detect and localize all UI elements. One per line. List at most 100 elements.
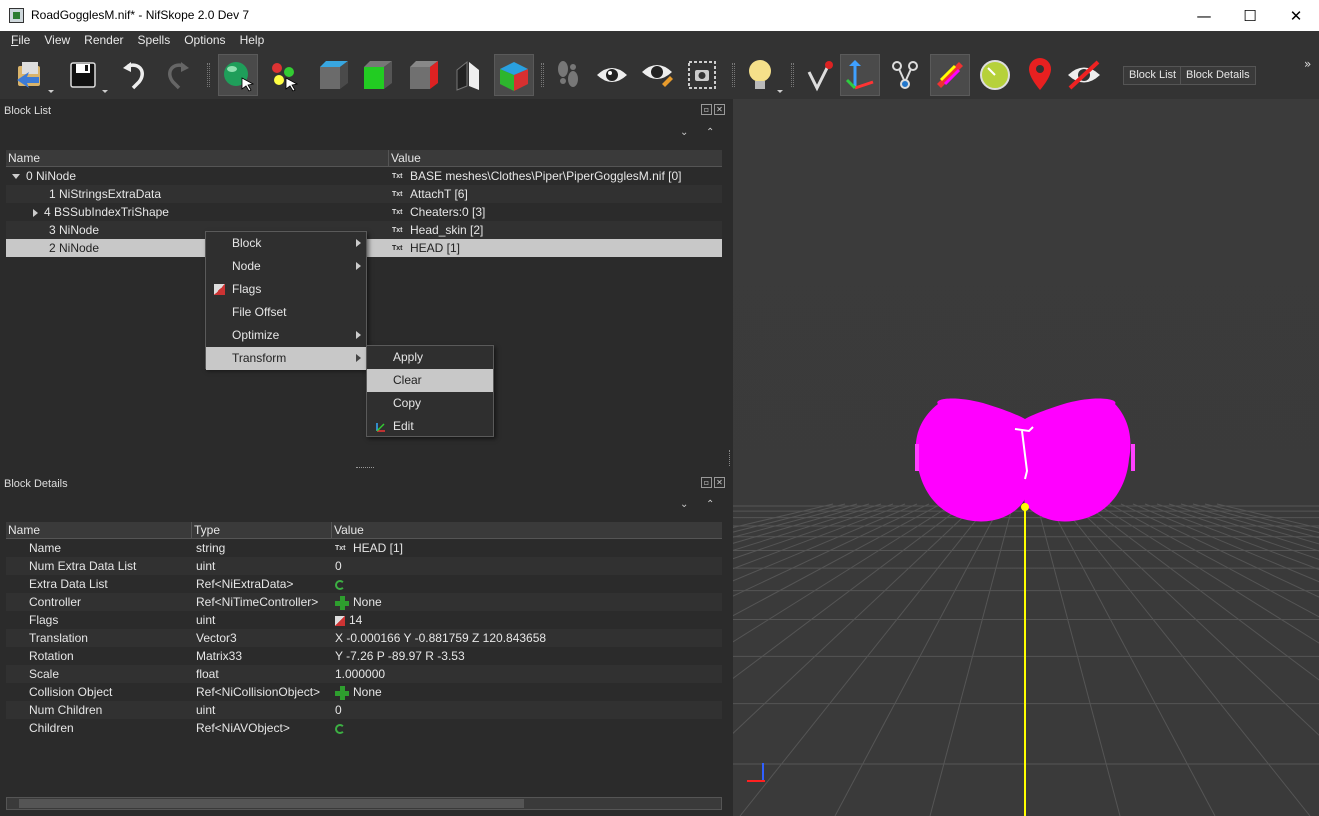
field-type: Vector3 <box>196 631 237 645</box>
field-name: Controller <box>29 595 82 609</box>
field-value[interactable]: Y -7.26 P -89.97 R -3.53 <box>332 647 722 665</box>
block-details-toggle[interactable]: Block Details <box>1180 66 1256 85</box>
field-value[interactable]: HEAD [1] <box>353 541 403 555</box>
viewport-canvas[interactable] <box>733 99 1319 816</box>
flag-icon[interactable] <box>335 615 345 626</box>
undo-icon[interactable] <box>114 54 154 96</box>
menu-item-block[interactable]: Block <box>206 232 366 255</box>
redo-icon[interactable] <box>158 54 198 96</box>
show-markers-icon[interactable] <box>1020 54 1060 96</box>
light-dropdown-icon[interactable] <box>777 90 783 93</box>
detail-row[interactable]: Scale float 1.000000 <box>6 665 722 683</box>
menu-view[interactable]: View <box>37 31 77 51</box>
select-mode-icon[interactable] <box>218 54 258 96</box>
menu-item-file-offset[interactable]: File Offset <box>206 301 366 324</box>
toolbar-overflow-icon[interactable]: » <box>1304 57 1311 71</box>
close-button[interactable]: ✕ <box>1273 0 1319 31</box>
expand-all-icon[interactable]: ⌄ <box>680 499 688 510</box>
collapse-all-icon[interactable]: ⌃ <box>706 127 714 138</box>
maximize-button[interactable]: ☐ <box>1227 0 1273 31</box>
show-constraints-icon[interactable] <box>975 54 1015 96</box>
eye-icon[interactable] <box>592 54 632 96</box>
axes-check-icon[interactable] <box>799 54 839 96</box>
menu-help[interactable]: Help <box>233 31 272 51</box>
screenshot-icon[interactable] <box>682 54 722 96</box>
detail-row[interactable]: Flags uint 14 <box>6 611 722 629</box>
detail-row[interactable]: Controller Ref<NiTimeController> None <box>6 593 722 611</box>
solid-cube-green-icon[interactable] <box>358 54 398 96</box>
field-value[interactable]: 1.000000 <box>332 665 722 683</box>
field-value[interactable]: 0 <box>332 701 722 719</box>
menu-item-edit[interactable]: Edit <box>367 415 493 438</box>
block-list-toggle[interactable]: Block List <box>1123 66 1183 85</box>
menu-item-clear[interactable]: Clear <box>367 369 493 392</box>
refresh-ref-icon[interactable] <box>335 723 345 734</box>
panel-splitter-handle[interactable] <box>356 467 374 470</box>
footprints-icon[interactable] <box>548 54 588 96</box>
select-vertex-icon[interactable] <box>264 54 304 96</box>
tree-row[interactable]: 4 BSSubIndexTriShape Txt Cheaters:0 [3] <box>6 203 722 221</box>
detail-row[interactable]: Rotation Matrix33 Y -7.26 P -89.97 R -3.… <box>6 647 722 665</box>
wireframe-icon[interactable] <box>448 54 488 96</box>
collapse-all-icon[interactable]: ⌃ <box>706 499 714 510</box>
detail-row[interactable]: Extra Data List Ref<NiExtraData> <box>6 575 722 593</box>
show-collision-icon[interactable] <box>930 54 970 96</box>
menu-item-flags[interactable]: Flags <box>206 278 366 301</box>
collapsed-arrow-icon[interactable] <box>33 208 38 217</box>
menu-item-transform[interactable]: Transform <box>206 347 366 370</box>
menu-options[interactable]: Options <box>177 31 232 51</box>
left-dock-area: Block List ▫ ✕ ⌄ ⌃ Name Value 0 NiNode Tx… <box>0 99 731 816</box>
field-value[interactable]: 0 <box>332 557 722 575</box>
show-nodes-icon[interactable] <box>885 54 925 96</box>
minimize-button[interactable]: — <box>1181 0 1227 31</box>
menu-item-copy[interactable]: Copy <box>367 392 493 415</box>
field-value[interactable]: X -0.000166 Y -0.881759 Z 120.843658 <box>332 629 722 647</box>
show-axes-icon[interactable] <box>840 54 880 96</box>
menu-item-optimize[interactable]: Optimize <box>206 324 366 347</box>
close-dock-icon[interactable]: ✕ <box>714 477 725 488</box>
column-type[interactable]: Type <box>192 522 332 538</box>
solid-cube-red-icon[interactable] <box>404 54 444 96</box>
column-value[interactable]: Value <box>389 150 722 166</box>
tree-row[interactable]: 0 NiNode Txt BASE meshes\Clothes\Piper\Pi… <box>6 167 722 185</box>
load-dropdown-icon[interactable] <box>48 90 54 93</box>
refresh-ref-icon[interactable] <box>335 579 345 590</box>
detail-row[interactable]: Name string Txt HEAD [1] <box>6 539 722 557</box>
float-icon[interactable]: ▫ <box>701 477 712 488</box>
horizontal-scrollbar[interactable] <box>6 797 722 810</box>
menu-spells[interactable]: Spells <box>131 31 178 51</box>
textured-cube-icon[interactable] <box>494 54 534 96</box>
column-name[interactable]: Name <box>6 150 389 166</box>
detail-row[interactable]: Children Ref<NiAVObject> <box>6 719 722 737</box>
float-icon[interactable]: ▫ <box>701 104 712 115</box>
eye-edit-icon[interactable] <box>637 54 677 96</box>
add-collision-icon[interactable] <box>335 685 349 700</box>
dock-splitter-handle[interactable] <box>729 450 732 466</box>
column-name[interactable]: Name <box>6 522 192 538</box>
tree-row[interactable]: 1 NiStringsExtraData Txt AttachT [6] <box>6 185 722 203</box>
menu-item-apply[interactable]: Apply <box>367 346 493 369</box>
solid-cube-grey-icon[interactable] <box>314 54 354 96</box>
load-icon[interactable] <box>10 54 50 96</box>
detail-row[interactable]: Translation Vector3 X -0.000166 Y -0.881… <box>6 629 722 647</box>
save-dropdown-icon[interactable] <box>102 90 108 93</box>
detail-row[interactable]: Collision Object Ref<NiCollisionObject> … <box>6 683 722 701</box>
field-type: float <box>196 667 219 681</box>
add-controller-icon[interactable] <box>335 595 349 610</box>
menu-render[interactable]: Render <box>77 31 130 51</box>
detail-row[interactable]: Num Extra Data List uint 0 <box>6 557 722 575</box>
field-name: Translation <box>29 631 88 645</box>
scrollbar-thumb[interactable] <box>19 799 524 808</box>
menu-item-node[interactable]: Node <box>206 255 366 278</box>
lightbulb-icon[interactable] <box>740 54 780 96</box>
detail-row[interactable]: Num Children uint 0 <box>6 701 722 719</box>
expand-all-icon[interactable]: ⌄ <box>680 127 688 138</box>
menu-item-label: Optimize <box>232 328 280 342</box>
render-viewport[interactable] <box>733 99 1319 816</box>
column-value[interactable]: Value <box>332 522 722 538</box>
close-dock-icon[interactable]: ✕ <box>714 104 725 115</box>
menu-file[interactable]: File <box>4 31 37 51</box>
save-icon[interactable] <box>63 54 103 96</box>
hide-skinning-icon[interactable] <box>1064 54 1104 96</box>
expand-arrow-icon[interactable] <box>12 174 20 180</box>
